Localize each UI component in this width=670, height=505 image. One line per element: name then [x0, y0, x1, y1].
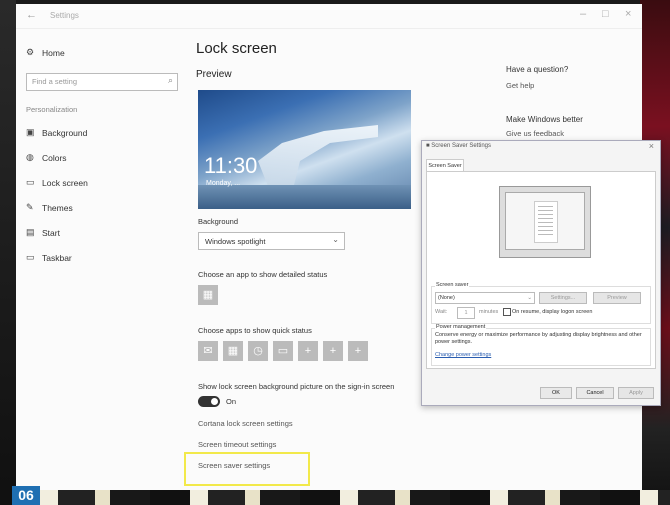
- background-label: Background: [198, 217, 239, 226]
- toggle-state-label: On: [226, 397, 237, 406]
- detailed-status-app-button[interactable]: ▦: [198, 285, 218, 305]
- wait-stepper[interactable]: 1: [457, 307, 475, 319]
- minimize-button[interactable]: –: [580, 8, 586, 20]
- home-label: Home: [42, 47, 65, 58]
- title-bar: ← Settings – □ ×: [16, 4, 642, 29]
- preview-button[interactable]: Preview: [593, 292, 641, 304]
- quick-status-add-button[interactable]: +: [348, 341, 368, 361]
- chevron-down-icon: ⌄: [332, 235, 339, 244]
- sidebar-item-start[interactable]: ▤ Start: [26, 220, 186, 245]
- colors-icon: ◍: [26, 152, 34, 162]
- lock-screen-icon: ▭: [26, 177, 35, 187]
- dialog-title: ■ Screen Saver Settings: [426, 143, 491, 149]
- signin-picture-label: Show lock screen background picture on t…: [198, 382, 395, 391]
- photo-border-bottom: [0, 490, 670, 505]
- quick-status-add-button[interactable]: +: [323, 341, 343, 361]
- main-content: Lock screen Preview: [196, 40, 436, 80]
- quick-status-label: Choose apps to show quick status: [198, 326, 312, 335]
- screen-saver-group-label: Screen saver: [435, 282, 470, 288]
- dialog-title-text: Screen Saver Settings: [431, 143, 491, 149]
- page-title: Lock screen: [196, 40, 277, 57]
- preview-date: Monday, ...: [206, 180, 241, 187]
- feedback-heading: Make Windows better: [506, 115, 583, 124]
- question-heading: Have a question?: [506, 65, 569, 74]
- screen-timeout-link[interactable]: Screen timeout settings: [198, 440, 276, 449]
- preview-heading: Preview: [196, 69, 232, 80]
- quick-status-message-icon[interactable]: ▭: [273, 341, 293, 361]
- close-button[interactable]: ×: [625, 8, 631, 20]
- apply-button[interactable]: Apply: [618, 387, 654, 399]
- sidebar-item-label: Background: [42, 127, 88, 138]
- lock-screen-preview: 11:30 Monday, ...: [198, 90, 411, 209]
- sidebar-item-label: Taskbar: [42, 252, 72, 263]
- get-help-link[interactable]: Get help: [506, 81, 534, 90]
- quick-status-calendar-icon[interactable]: ▦: [223, 341, 243, 361]
- dialog-panel: Screen saver (None) ⌄ Settings... Preview…: [426, 171, 656, 369]
- start-icon: ▤: [26, 227, 35, 237]
- change-power-settings-link[interactable]: Change power settings: [435, 352, 491, 358]
- quick-status-alarm-icon[interactable]: ◷: [248, 341, 268, 361]
- screen-saver-dialog: ■ Screen Saver Settings × Screen Saver S…: [421, 140, 661, 406]
- quick-status-mail-icon[interactable]: ✉: [198, 341, 218, 361]
- taskbar-icon: ▭: [26, 252, 35, 262]
- sidebar-item-label: Start: [42, 227, 60, 238]
- resume-checkbox[interactable]: [503, 308, 511, 316]
- sidebar-item-home[interactable]: ⚙ Home: [26, 40, 186, 65]
- sidebar-item-themes[interactable]: ✎ Themes: [26, 195, 186, 220]
- sidebar-item-colors[interactable]: ◍ Colors: [26, 145, 186, 170]
- toggle-knob: [211, 398, 218, 405]
- section-label: Personalization: [26, 105, 78, 114]
- monitor-screen: [505, 192, 585, 250]
- sidebar-item-background[interactable]: ▣ Background: [26, 120, 186, 145]
- home-icon: ⚙: [26, 47, 35, 57]
- signin-picture-toggle[interactable]: [198, 396, 220, 407]
- document-thumbnail: [534, 201, 558, 243]
- themes-icon: ✎: [26, 202, 34, 212]
- background-dropdown[interactable]: Windows spotlight ⌄: [198, 232, 345, 250]
- settings-button[interactable]: Settings...: [539, 292, 587, 304]
- ok-button[interactable]: OK: [540, 387, 572, 399]
- sidebar-item-label: Themes: [42, 202, 73, 213]
- background-icon: ▣: [26, 127, 35, 137]
- preview-time: 11:30: [204, 153, 258, 178]
- give-feedback-link[interactable]: Give us feedback: [506, 129, 564, 138]
- sidebar: ⚙ Home Find a setting ⌕ Personalization …: [26, 40, 186, 270]
- cortana-settings-link[interactable]: Cortana lock screen settings: [198, 419, 293, 428]
- sidebar-item-label: Lock screen: [42, 177, 88, 188]
- chevron-down-icon: ⌄: [527, 295, 532, 301]
- background-dropdown-value: Windows spotlight: [205, 237, 266, 246]
- wait-label: Wait:: [435, 309, 448, 315]
- screen-saver-dropdown[interactable]: (None) ⌄: [435, 292, 535, 304]
- sidebar-item-label: Colors: [42, 152, 67, 163]
- ice-pier-image: [258, 125, 378, 185]
- screen-saver-settings-link[interactable]: Screen saver settings: [198, 461, 270, 470]
- power-management-text: Conserve energy or maximize performance …: [435, 332, 642, 345]
- window-title: Settings: [50, 11, 79, 20]
- photo-border-left: [0, 0, 16, 505]
- screen-saver-value: (None): [438, 295, 455, 301]
- sidebar-item-taskbar[interactable]: ▭ Taskbar: [26, 245, 186, 270]
- dialog-close-icon[interactable]: ×: [649, 141, 654, 151]
- sidebar-item-lock-screen[interactable]: ▭ Lock screen: [26, 170, 186, 195]
- search-input[interactable]: Find a setting ⌕: [26, 73, 178, 91]
- search-icon: ⌕: [167, 75, 173, 85]
- sea-image: [198, 185, 411, 209]
- back-arrow-icon[interactable]: ←: [26, 9, 37, 21]
- step-number-badge: 06: [12, 486, 40, 505]
- minutes-label: minutes: [479, 309, 499, 315]
- search-placeholder: Find a setting: [32, 77, 78, 86]
- maximize-button[interactable]: □: [602, 8, 609, 20]
- detailed-status-label: Choose an app to show detailed status: [198, 270, 328, 279]
- cancel-button[interactable]: Cancel: [576, 387, 614, 399]
- resume-label: On resume, display logon screen: [512, 309, 593, 315]
- monitor-preview: [499, 186, 591, 258]
- power-management-label: Power management: [435, 324, 487, 330]
- quick-status-add-button[interactable]: +: [298, 341, 318, 361]
